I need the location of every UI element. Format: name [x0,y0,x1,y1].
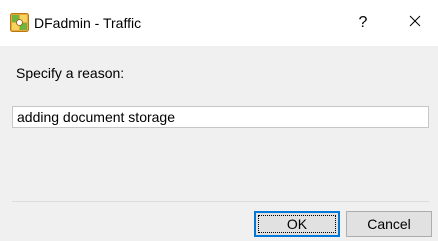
title-bar[interactable]: DFadmin - Traffic ? [0,0,438,46]
dialog-window: DFadmin - Traffic ? Specify a reason: OK… [0,0,438,241]
close-button[interactable] [392,0,438,46]
reason-input[interactable] [12,106,429,128]
ok-button[interactable]: OK [254,211,340,237]
close-icon [409,14,421,32]
button-separator [12,201,429,202]
window-title: DFadmin - Traffic [34,15,142,31]
cancel-button-label: Cancel [367,216,411,232]
help-icon: ? [358,14,368,31]
ok-button-label: OK [286,216,308,232]
help-button[interactable]: ? [340,0,386,46]
cancel-button[interactable]: Cancel [346,211,432,237]
reason-prompt-label: Specify a reason: [16,65,125,81]
dfadmin-app-icon [10,13,29,32]
